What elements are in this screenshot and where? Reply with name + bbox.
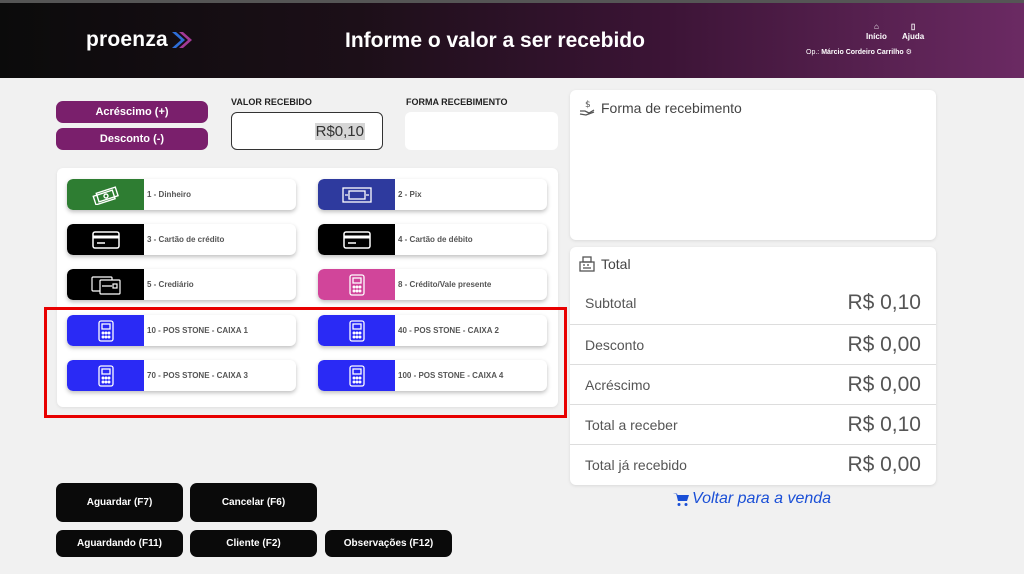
valor-recebido-label: VALOR RECEBIDO bbox=[231, 97, 312, 107]
valor-recebido-value: R$0,10 bbox=[314, 123, 365, 140]
svg-text:$: $ bbox=[585, 100, 591, 110]
method-label: 5 - Crediário bbox=[147, 280, 194, 289]
page-title: Informe o valor a ser recebido bbox=[345, 29, 645, 52]
method-crediario[interactable]: 5 - Crediário bbox=[67, 269, 296, 300]
total-row-label: Total a receber bbox=[585, 417, 678, 433]
method-cartao-debito[interactable]: 4 - Cartão de débito bbox=[318, 224, 547, 255]
cash-register-icon bbox=[579, 256, 595, 272]
highlight-frame bbox=[44, 307, 567, 418]
pos-terminal-icon bbox=[318, 269, 395, 300]
method-dinheiro[interactable]: 1 - Dinheiro bbox=[67, 179, 296, 210]
total-row-value: R$ 0,00 bbox=[847, 373, 921, 396]
aguardar-button[interactable]: Aguardar (F7) bbox=[56, 483, 183, 522]
logo-chevron-icon bbox=[171, 32, 192, 48]
cart-icon bbox=[673, 492, 689, 506]
forma-recebimento-label: FORMA RECEBIMENTO bbox=[406, 97, 508, 107]
total-row-value: R$ 0,00 bbox=[847, 453, 921, 476]
cliente-button[interactable]: Cliente (F2) bbox=[190, 530, 317, 557]
desconto-button[interactable]: Desconto (-) bbox=[56, 128, 208, 150]
nav-ajuda-label: Ajuda bbox=[902, 32, 925, 41]
total-row-desconto: Desconto R$ 0,00 bbox=[570, 324, 936, 364]
top-strip bbox=[0, 0, 1024, 3]
cancelar-button[interactable]: Cancelar (F6) bbox=[190, 483, 317, 522]
total-card-title: Total bbox=[578, 256, 631, 272]
total-row-value: R$ 0,10 bbox=[847, 413, 921, 436]
valor-recebido-input[interactable]: R$0,10 bbox=[231, 112, 383, 150]
nav-inicio-label: Início bbox=[866, 32, 887, 41]
total-row-subtotal: Subtotal R$ 0,10 bbox=[570, 283, 936, 323]
credit-card-icon bbox=[67, 224, 144, 255]
total-row-value: R$ 0,10 bbox=[847, 291, 921, 314]
operator-name: Márcio Cordeiro Carrilho bbox=[821, 49, 904, 56]
logo-text: proenza bbox=[86, 28, 168, 51]
nav-ajuda-button[interactable]: ▯ Ajuda bbox=[902, 22, 924, 41]
total-card-label: Total bbox=[601, 256, 631, 272]
total-row-value: R$ 0,00 bbox=[847, 333, 921, 356]
total-row-label: Desconto bbox=[585, 337, 645, 353]
aguardando-button[interactable]: Aguardando (F11) bbox=[56, 530, 183, 557]
acrescimo-button[interactable]: Acréscimo (+) bbox=[56, 101, 208, 123]
forma-recebimento-card-title: $ Forma de recebimento bbox=[578, 99, 742, 117]
total-row-label: Subtotal bbox=[585, 295, 637, 311]
method-label: 8 - Crédito/Vale presente bbox=[398, 280, 492, 289]
method-label: 2 - Pix bbox=[398, 190, 422, 199]
method-label: 1 - Dinheiro bbox=[147, 190, 192, 199]
total-card: Total Subtotal R$ 0,10 Desconto R$ 0,00 … bbox=[570, 247, 936, 485]
pix-icon bbox=[318, 179, 395, 210]
method-label: 3 - Cartão de crédito bbox=[147, 235, 225, 244]
total-row-total-ja-recebido: Total já recebido R$ 0,00 bbox=[570, 444, 936, 484]
forma-recebimento-card: $ Forma de recebimento bbox=[570, 90, 936, 240]
total-row-label: Total já recebido bbox=[585, 457, 687, 473]
total-row-acrescimo: Acréscimo R$ 0,00 bbox=[570, 364, 936, 404]
total-row-label: Acréscimo bbox=[585, 377, 651, 393]
cash-icon bbox=[67, 179, 144, 210]
observacoes-button[interactable]: Observações (F12) bbox=[325, 530, 452, 557]
forma-recebimento-field[interactable] bbox=[405, 112, 558, 150]
method-pix[interactable]: 2 - Pix bbox=[318, 179, 547, 210]
method-label: 4 - Cartão de débito bbox=[398, 235, 473, 244]
voltar-label: Voltar para a venda bbox=[692, 490, 832, 507]
debit-card-icon bbox=[318, 224, 395, 255]
total-row-total-a-receber: Total a receber R$ 0,10 bbox=[570, 404, 936, 444]
nav-inicio-button[interactable]: ⌂ Início bbox=[866, 22, 887, 41]
crediario-card-icon bbox=[67, 269, 144, 300]
operator-prefix: Op.: bbox=[806, 49, 820, 56]
forma-recebimento-card-label: Forma de recebimento bbox=[601, 100, 742, 116]
method-cartao-credito[interactable]: 3 - Cartão de crédito bbox=[67, 224, 296, 255]
hand-money-icon: $ bbox=[579, 100, 595, 116]
gear-icon[interactable]: ⚙ bbox=[906, 49, 912, 56]
logo: proenza bbox=[86, 28, 194, 52]
operator-info: Op.: Márcio Cordeiro Carrilho ⚙ bbox=[806, 48, 912, 56]
home-icon: ⌂ bbox=[874, 22, 879, 31]
method-credito-vale-presente[interactable]: 8 - Crédito/Vale presente bbox=[318, 269, 547, 300]
top-bar: proenza Informe o valor a ser recebido ⌂… bbox=[0, 0, 1024, 78]
voltar-para-venda-link[interactable]: Voltar para a venda bbox=[673, 490, 831, 508]
help-icon: ▯ bbox=[910, 22, 916, 31]
